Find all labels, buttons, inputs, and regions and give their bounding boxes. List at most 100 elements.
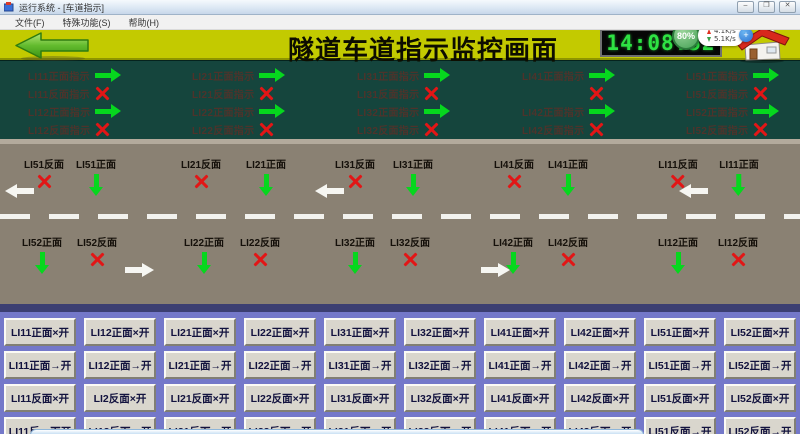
status-item: LI22反面指示 bbox=[192, 120, 357, 138]
status-label: LI12反面指示 bbox=[28, 122, 88, 137]
app-icon bbox=[4, 2, 15, 13]
control-button[interactable]: LI52正面×开 bbox=[724, 318, 796, 346]
control-button[interactable]: LI52反面→开 bbox=[724, 417, 796, 434]
back-arrow-icon bbox=[13, 31, 91, 61]
back-button[interactable] bbox=[13, 31, 91, 61]
control-button[interactable]: LI41正面×开 bbox=[484, 318, 556, 346]
control-button[interactable]: LI51正面×开 bbox=[644, 318, 716, 346]
page-title: 隧道车道指示监控画面 bbox=[288, 30, 558, 67]
control-button[interactable]: LI12正面→开 bbox=[84, 351, 156, 379]
red-x-icon bbox=[347, 174, 362, 189]
control-button[interactable]: LI21正面×开 bbox=[164, 318, 236, 346]
minimize-button[interactable]: – bbox=[737, 1, 754, 13]
control-button[interactable]: LI22反面×开 bbox=[244, 384, 316, 412]
control-button[interactable]: LI2反面×开 bbox=[84, 384, 156, 412]
lane-indicator-label: LI52反面 bbox=[77, 234, 117, 249]
lane-indicator: LI41正面 bbox=[548, 156, 588, 196]
status-label: LI52反面指示 bbox=[686, 122, 746, 137]
control-button[interactable]: LI41正面→开 bbox=[484, 351, 556, 379]
status-label: LI31反面指示 bbox=[357, 86, 417, 101]
menu-item-file[interactable]: 文件(F) bbox=[6, 16, 54, 29]
control-button[interactable]: LI22正面→开 bbox=[244, 351, 316, 379]
status-item: LI42反面指示 bbox=[522, 120, 686, 138]
control-button[interactable]: LI11正面×开 bbox=[4, 318, 76, 346]
control-button[interactable]: LI32正面→开 bbox=[404, 351, 476, 379]
status-label: LI32正面指示 bbox=[357, 104, 417, 119]
lane-indicator-label: LI11反面 bbox=[658, 156, 697, 171]
control-panel: LI11正面×开 LI12正面×开 LI21正面×开 LI22正面×开 LI31正面×开… bbox=[0, 312, 800, 434]
red-x-icon bbox=[252, 252, 267, 267]
close-button[interactable]: ✕ bbox=[779, 1, 796, 13]
control-button[interactable]: LI31反面×开 bbox=[324, 384, 396, 412]
pavement-arrow-left-icon bbox=[5, 184, 35, 198]
control-button[interactable]: LI51反面×开 bbox=[644, 384, 716, 412]
restore-button[interactable]: ❐ bbox=[758, 1, 775, 13]
control-button[interactable]: LI42正面×开 bbox=[564, 318, 636, 346]
green-arrow-down-icon bbox=[196, 252, 211, 274]
green-arrow-right-icon bbox=[753, 104, 779, 119]
control-button[interactable]: LI11反面×开 bbox=[4, 384, 76, 412]
red-x-icon bbox=[424, 122, 439, 137]
pavement-arrow-right-icon bbox=[124, 263, 154, 277]
red-x-icon bbox=[95, 86, 110, 101]
pavement-arrow-right-icon bbox=[480, 263, 510, 277]
control-button[interactable]: LI31正面→开 bbox=[324, 351, 396, 379]
control-button[interactable]: LI51正面→开 bbox=[644, 351, 716, 379]
control-button[interactable]: LI21反面×开 bbox=[164, 384, 236, 412]
status-label: LI12正面指示 bbox=[28, 104, 88, 119]
lane-indicator: LI52正面 bbox=[22, 234, 62, 274]
red-x-icon bbox=[95, 122, 110, 137]
status-item: LI21反面指示 bbox=[192, 84, 357, 102]
status-item bbox=[522, 84, 686, 102]
control-button[interactable]: LI42反面×开 bbox=[564, 384, 636, 412]
status-item: LI31反面指示 bbox=[357, 84, 522, 102]
control-button[interactable]: LI42正面→开 bbox=[564, 351, 636, 379]
status-item: LI12正面指示 bbox=[28, 102, 192, 120]
red-x-icon bbox=[259, 86, 274, 101]
lane-indicator-label: LI41反面 bbox=[494, 156, 534, 171]
red-x-icon bbox=[402, 252, 417, 267]
control-button[interactable]: LI52反面×开 bbox=[724, 384, 796, 412]
lane-indicator-label: LI42正面 bbox=[493, 234, 533, 249]
status-item: LI31正面指示 bbox=[357, 66, 522, 84]
control-button[interactable]: LI12正面×开 bbox=[84, 318, 156, 346]
red-x-icon bbox=[560, 252, 575, 267]
control-button[interactable]: LI32反面×开 bbox=[404, 384, 476, 412]
status-label: LI42正面指示 bbox=[522, 104, 582, 119]
red-x-icon bbox=[753, 86, 768, 101]
control-button[interactable]: LI52正面→开 bbox=[724, 351, 796, 379]
control-button[interactable]: LI31正面×开 bbox=[324, 318, 396, 346]
road-edge-top bbox=[0, 139, 800, 144]
control-button[interactable]: LI32正面×开 bbox=[404, 318, 476, 346]
lane-top: LI51反面LI51正面LI21反面LI21正面LI31反面LI31正面LI41… bbox=[0, 156, 800, 216]
background-window-edge bbox=[30, 429, 644, 434]
window-titlebar: 运行系统 - [车道指示] – ❐ ✕ bbox=[0, 0, 800, 15]
lane-indicator: LI41反面 bbox=[494, 156, 534, 189]
status-label: LI41正面指示 bbox=[522, 68, 582, 83]
pavement-arrow-left-icon bbox=[679, 184, 709, 198]
overlay-expand-button[interactable]: + bbox=[739, 28, 753, 42]
control-button[interactable]: LI51反面→开 bbox=[644, 417, 716, 434]
lane-indicator-label: LI32正面 bbox=[335, 234, 375, 249]
green-arrow-right-icon bbox=[589, 104, 615, 119]
red-x-icon bbox=[589, 86, 604, 101]
green-arrow-down-icon bbox=[88, 174, 103, 196]
green-arrow-right-icon bbox=[753, 68, 779, 83]
download-speed: 5.1K/s bbox=[714, 35, 736, 43]
status-item: LI22正面指示 bbox=[192, 102, 357, 120]
menu-item-help[interactable]: 帮助(H) bbox=[120, 16, 169, 29]
pavement-arrow-left-icon bbox=[315, 184, 345, 198]
green-arrow-right-icon bbox=[95, 104, 121, 119]
status-item: LI52反面指示 bbox=[686, 120, 800, 138]
control-button[interactable]: LI11正面→开 bbox=[4, 351, 76, 379]
control-button[interactable]: LI41反面×开 bbox=[484, 384, 556, 412]
red-x-icon bbox=[589, 122, 604, 137]
menu-item-special-functions[interactable]: 特殊功能(S) bbox=[54, 16, 120, 29]
status-label: LI32反面指示 bbox=[357, 122, 417, 137]
green-arrow-right-icon bbox=[259, 104, 285, 119]
control-button[interactable]: LI21正面→开 bbox=[164, 351, 236, 379]
green-arrow-down-icon bbox=[347, 252, 362, 274]
control-button[interactable]: LI22正面×开 bbox=[244, 318, 316, 346]
red-x-icon bbox=[730, 252, 745, 267]
lane-indicator-label: LI51反面 bbox=[24, 156, 64, 171]
